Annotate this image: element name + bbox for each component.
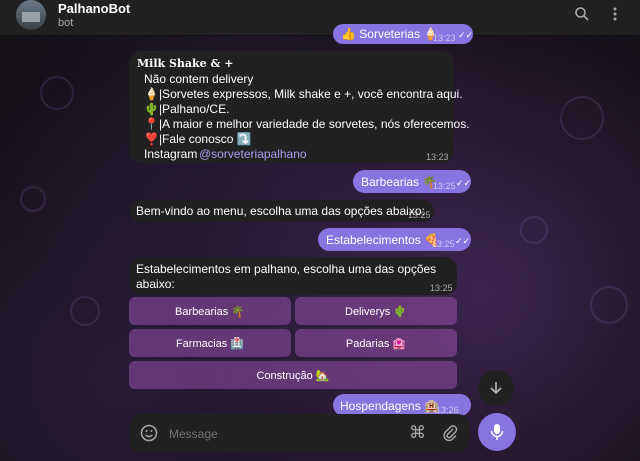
microphone-button[interactable] [478, 413, 516, 451]
message-text: Barbearias 🌴 [361, 175, 438, 189]
message-line: Não contem delivery [144, 72, 254, 86]
message-text: Estabelecimentos em palhano, escolha uma… [136, 262, 437, 276]
keyboard-button-deliverys[interactable]: Deliverys 🌵 [295, 297, 457, 325]
instagram-label: Instagram [144, 147, 198, 161]
bot-avatar[interactable] [16, 0, 46, 30]
message-time: 13:25 [430, 283, 453, 293]
message-composer: ⌘ [129, 414, 470, 452]
message-text: Bem-vindo ao menu, escolha uma das opçõe… [136, 204, 425, 218]
incoming-message[interactable]: Estabelecimentos em palhano, escolha uma… [129, 257, 457, 295]
paperclip-icon[interactable] [442, 424, 458, 447]
outgoing-message[interactable]: Estabelecimentos 🍕 13:25 ✓✓ [318, 228, 471, 251]
outgoing-message[interactable]: Hospendagens 🏨 13:26 [333, 394, 471, 416]
message-time: 13:25 [432, 239, 455, 249]
keyboard-button-farmacias[interactable]: Farmacias 🏥 [129, 329, 291, 357]
instagram-link[interactable]: @sorveteriapalhano [199, 147, 307, 161]
message-time: 13:23 [426, 152, 449, 162]
message-text: 👍 Sorveterias 🍦 [341, 27, 439, 41]
command-icon[interactable]: ⌘ [409, 423, 426, 443]
message-time: 13:25 [408, 210, 431, 220]
shop-name: 𝐌𝐢𝐥𝐤 𝐒𝐡𝐚𝐤𝐞 & + [137, 57, 234, 70]
arrow-down-icon [490, 382, 502, 395]
outgoing-message[interactable]: Barbearias 🌴 13:25 ✓✓ [353, 170, 471, 193]
message-time: 13:23 [433, 33, 456, 43]
double-check-icon: ✓✓ [456, 178, 472, 188]
message-text: abaixo: [136, 277, 175, 291]
message-line: ❣️|Fale conosco ⤵️ [144, 132, 252, 146]
keyboard-button-construcao[interactable]: Construção 🏡 [129, 361, 457, 389]
keyboard-button-barbearias[interactable]: Barbearias 🌴 [129, 297, 291, 325]
scroll-down-button[interactable] [478, 370, 514, 406]
more-vertical-icon[interactable] [605, 6, 625, 26]
keyboard-button-padarias[interactable]: Padarias 🏩 [295, 329, 457, 357]
smile-icon[interactable] [140, 424, 158, 447]
microphone-icon [490, 424, 504, 440]
message-text: Estabelecimentos 🍕 [326, 233, 439, 247]
outgoing-message[interactable]: 👍 Sorveterias 🍦 13:23 ✓✓ [333, 24, 473, 44]
message-text: Hospendagens 🏨 [340, 399, 440, 413]
incoming-message[interactable]: Bem-vindo ao menu, escolha uma das opçõe… [129, 200, 434, 222]
message-line: 🌵|Palhano/CE. [144, 102, 230, 116]
double-check-icon: ✓✓ [455, 236, 471, 246]
chat-title[interactable]: PalhanoBot [58, 1, 130, 16]
message-input[interactable] [167, 423, 401, 445]
chat-subtitle: bot [58, 17, 74, 29]
message-line: 📍|A maior e melhor variedade de sorvetes… [144, 117, 470, 131]
incoming-message[interactable]: 𝐌𝐢𝐥𝐤 𝐒𝐡𝐚𝐤𝐞 & + Não contem delivery 🍦|Sor… [129, 51, 470, 163]
message-time: 13:25 [433, 181, 456, 191]
message-line: 🍦|Sorvetes expressos, Milk shake e +, vo… [144, 87, 463, 101]
double-check-icon: ✓✓ [458, 30, 474, 40]
chat-header: PalhanoBot bot [0, 0, 640, 36]
search-icon[interactable] [572, 6, 592, 26]
